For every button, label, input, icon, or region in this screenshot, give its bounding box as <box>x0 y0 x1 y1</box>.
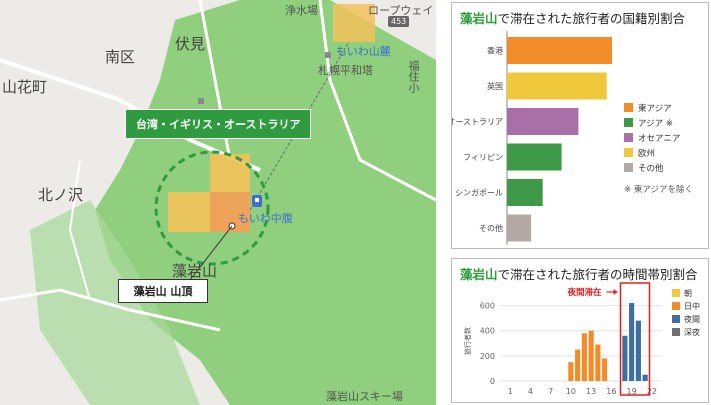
y-tick-label: 0 <box>490 377 495 386</box>
road-number-badge: 453 <box>388 16 410 27</box>
map-area[interactable]: 南区 伏見 山花町 北ノ沢 もいわ中腹 もいわ山麓 札幌平和塔 藻岩山 藻岩山ス… <box>0 0 436 405</box>
x-tick-label: 7 <box>548 387 553 396</box>
annotation-arrowhead <box>613 289 618 295</box>
label-sapporo-heiwa: 札幌平和塔 <box>318 64 373 77</box>
bar <box>507 214 532 242</box>
bar <box>507 37 612 64</box>
bar <box>507 179 543 206</box>
time-panel: 藻岩山で滞在された旅行者の時間帯別割合 0 200 400 600 旅行者数 1 4 7 10 1… <box>451 258 709 403</box>
y-tick-label: 400 <box>480 327 495 336</box>
legend-label: アジア ※ <box>638 119 673 129</box>
bar <box>507 143 562 171</box>
category-label: オーストラリア <box>452 118 503 127</box>
x-tick-label: 1 <box>508 387 513 396</box>
label-fukuzumi: 福住小 <box>407 60 420 93</box>
summit-callout: 藻岩山 山頂 <box>118 279 208 303</box>
title-rest: で滞在された旅行者の国籍別割合 <box>497 11 686 26</box>
landmark-icon <box>325 52 331 58</box>
title-highlight: 藻岩山 <box>460 11 498 26</box>
category-label: 英国 <box>487 81 503 91</box>
category-label: その他 <box>479 223 503 233</box>
legend-swatch <box>672 315 680 323</box>
nationality-panel: 藻岩山で滞在された旅行者の国籍別割合 香港英国オーストラリアフィリピンシンガポー… <box>451 2 709 249</box>
label-moiwa-station: もいわ中腹 <box>238 212 293 225</box>
x-tick-label: 16 <box>606 387 616 396</box>
heat-cell <box>210 154 250 192</box>
bar <box>635 320 641 381</box>
legend-label: 東アジア <box>638 103 672 114</box>
landmark-icon <box>198 98 204 104</box>
bar <box>629 303 635 381</box>
bar <box>588 330 594 381</box>
legend-swatch <box>624 133 633 142</box>
legend-label: 欧州 <box>638 148 655 159</box>
category-label: フィリピン <box>463 153 503 162</box>
bar <box>602 358 608 381</box>
title-highlight: 藻岩山 <box>460 267 498 282</box>
bar <box>622 335 628 381</box>
footnote: ※ 東アジアを除く <box>624 184 693 195</box>
time-chart: 0200400600旅行者数1 4 7 10 13 16 19 22夜間滞在 朝日中夜間深夜 <box>463 282 700 396</box>
category-label: シンガポール <box>455 188 503 198</box>
legend-label: 日中 <box>684 301 700 311</box>
night-annotation: 夜間滞在 <box>566 287 602 298</box>
label-jozuiin: 浄水場 <box>285 4 318 17</box>
x-tick-label: 13 <box>586 387 596 396</box>
label-fushimi: 伏見 <box>175 35 206 53</box>
bar <box>507 108 579 135</box>
y-axis-label: 旅行者数 <box>463 327 472 355</box>
x-tick-label: 4 <box>528 387 533 396</box>
y-tick-label: 200 <box>480 352 495 361</box>
bar <box>507 72 607 100</box>
title-rest: で滞在された旅行者の時間帯別割合 <box>497 267 698 282</box>
legend-swatch <box>672 328 680 336</box>
bar <box>595 344 601 381</box>
legend-label: その他 <box>638 163 664 174</box>
label-moiwa-foot: もいわ山麓 <box>336 45 391 58</box>
bar <box>581 333 587 381</box>
legend-swatch <box>672 289 680 297</box>
label-ski-area: 藻岩山スキー場 <box>326 390 403 403</box>
label-minami-ku: 南区 <box>105 48 136 66</box>
legend-swatch <box>624 163 633 172</box>
legend-swatch <box>624 148 633 157</box>
nationality-badge: 台湾・イギリス・オーストラリア <box>125 109 312 139</box>
legend-label: 朝 <box>684 289 692 298</box>
legend-label: 深夜 <box>684 327 700 337</box>
bar <box>575 349 581 381</box>
nationality-chart: 香港英国オーストラリアフィリピンシンガポールその他東アジアアジア ※オセアニア欧… <box>452 31 693 245</box>
legend-label: オセアニア <box>638 134 680 144</box>
bar <box>568 362 574 381</box>
label-yamahana: 山花町 <box>2 78 48 96</box>
category-label: 香港 <box>487 46 503 56</box>
legend-swatch <box>672 302 680 310</box>
legend-label: 夜間 <box>684 314 700 324</box>
y-tick-label: 600 <box>480 302 495 311</box>
legend-swatch <box>624 103 633 112</box>
legend-swatch <box>624 118 633 127</box>
label-kitanosawa: 北ノ沢 <box>38 186 84 204</box>
label-moiwa-yama: 藻岩山 <box>172 262 218 280</box>
x-tick-label: 10 <box>566 387 576 396</box>
bar <box>642 374 648 381</box>
heat-cell <box>168 192 210 232</box>
